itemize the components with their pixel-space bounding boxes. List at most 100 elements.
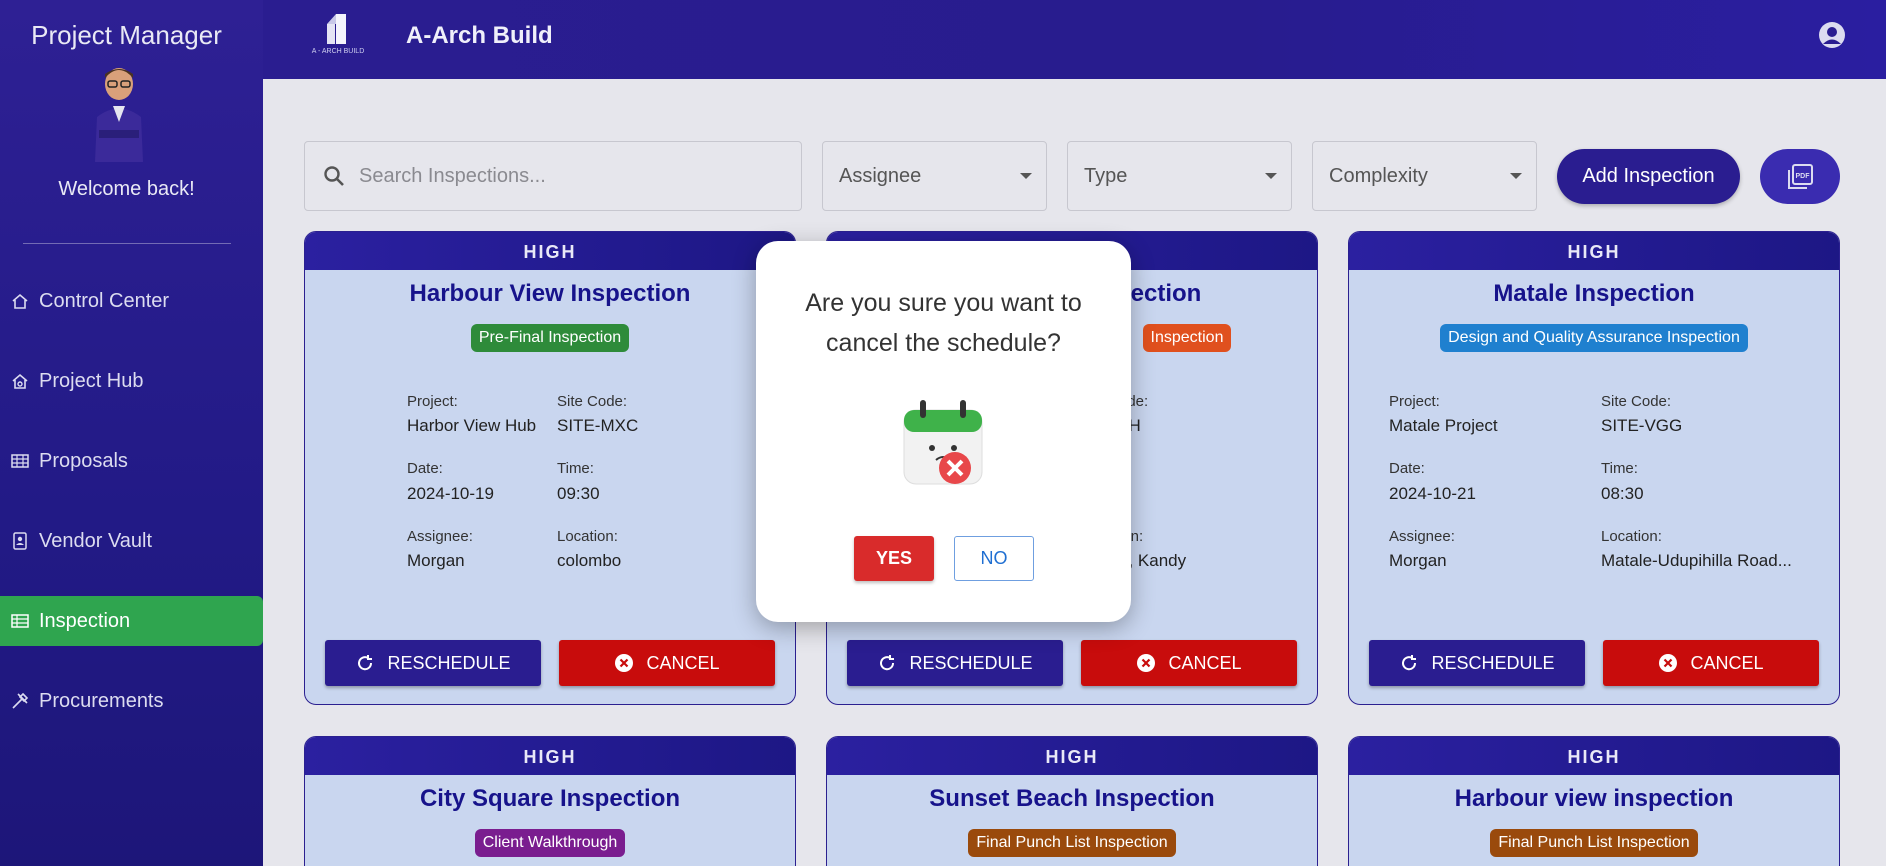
site-code-value: 8H	[1119, 416, 1269, 436]
brand-logo: A - ARCH BUILD	[303, 10, 373, 58]
no-button[interactable]: NO	[954, 536, 1034, 581]
inspection-card: HIGH Harbour View Inspection Pre-Final I…	[304, 231, 796, 705]
cancel-label: CANCEL	[646, 652, 720, 673]
add-inspection-button[interactable]: Add Inspection	[1557, 149, 1740, 204]
site-code-label: Site Code:	[557, 393, 628, 410]
refresh-icon	[358, 655, 373, 671]
calendar-cancel-icon	[903, 400, 983, 485]
sidebar-item-vendor-vault[interactable]: Vendor Vault	[0, 516, 263, 566]
reschedule-button[interactable]: RESCHEDULE	[325, 640, 541, 686]
site-code-value: SITE-VGG	[1601, 416, 1683, 435]
date-label: Date:	[407, 460, 443, 477]
logo-text: A - ARCH BUILD	[311, 48, 365, 55]
location-value: colombo	[557, 551, 622, 570]
building-logo-icon	[327, 14, 346, 44]
export-pdf-button[interactable]: PDF	[1760, 149, 1840, 204]
complexity-select[interactable]: Complexity	[1312, 141, 1537, 211]
reschedule-label: RESCHEDULE	[1431, 652, 1555, 673]
sidebar-item-project-hub[interactable]: Project Hub	[0, 356, 263, 406]
inspection-type-tag: Pre-Final Inspection	[470, 324, 630, 352]
tools-icon	[10, 691, 30, 711]
cancel-button[interactable]: CANCEL	[1603, 640, 1819, 686]
inspection-card: HIGH Matale Inspection Design and Qualit…	[1348, 231, 1840, 705]
cancel-circle-icon	[615, 654, 634, 672]
inspection-type-tag: Final Punch List Inspection	[968, 829, 1176, 857]
sidebar-divider	[23, 243, 231, 244]
reschedule-button[interactable]: RESCHEDULE	[1369, 640, 1585, 686]
caret-down-icon	[1020, 173, 1032, 179]
location-value: a, Kandy	[1119, 551, 1187, 570]
badge-icon	[10, 531, 30, 551]
sidebar-item-label: Procurements	[39, 689, 164, 712]
priority-header: HIGH	[827, 737, 1317, 775]
table-icon	[10, 611, 30, 631]
location-label: Location:	[557, 528, 618, 545]
assignee-value: Morgan	[1389, 551, 1447, 570]
avatar	[95, 68, 143, 162]
cancel-label: CANCEL	[1168, 652, 1242, 673]
cancel-circle-icon	[1137, 654, 1156, 672]
assignee-label: Assignee:	[407, 528, 473, 545]
sidebar: Project Manager Welcome back! Control Ce…	[0, 0, 263, 866]
refresh-icon	[880, 655, 895, 671]
site-code-value: SITE-MXC	[557, 416, 639, 435]
cancel-circle-icon	[1659, 654, 1678, 672]
sidebar-item-label: Project Hub	[39, 369, 144, 392]
app-title: A-Arch Build	[406, 22, 553, 49]
sidebar-item-label: Proposals	[39, 449, 128, 472]
inspection-card: HIGH Harbour view inspection Final Punch…	[1348, 736, 1840, 866]
sidebar-item-proposals[interactable]: Proposals	[0, 436, 263, 486]
card-title: City Square Inspection	[419, 785, 681, 812]
type-select[interactable]: Type	[1067, 141, 1292, 211]
account-icon[interactable]	[1818, 21, 1846, 49]
project-value: Harbor View Hub	[407, 416, 537, 435]
confirm-cancel-dialog: Are you sure you want to cancel the sche…	[756, 241, 1131, 622]
grid-icon	[10, 451, 30, 471]
assignee-value: Morgan	[407, 551, 465, 570]
dialog-message: Are you sure you want to cancel the sche…	[805, 289, 1082, 357]
time-value: 09:30	[557, 484, 600, 503]
site-code-label: Site Code:	[1601, 393, 1672, 410]
time-label: Time:	[1601, 460, 1638, 477]
time-value: 08:30	[1601, 484, 1644, 503]
top-bar: A - ARCH BUILD A-Arch Build	[263, 0, 1886, 79]
home-gear-icon	[10, 371, 30, 391]
assignee-select-label: Assignee	[839, 164, 922, 187]
date-value: 2024-10-19	[407, 484, 494, 503]
cancel-label: CANCEL	[1690, 652, 1764, 673]
cancel-button[interactable]: CANCEL	[559, 640, 775, 686]
location-value: Matale-Udupihilla Road...	[1601, 551, 1792, 570]
project-label: Project:	[407, 393, 458, 410]
reschedule-button[interactable]: RESCHEDULE	[847, 640, 1063, 686]
card-title: Matale Inspection	[1493, 280, 1695, 307]
inspection-type-tag: Inspection	[1142, 324, 1232, 352]
card-title: Sunset Beach Inspection	[929, 785, 1215, 812]
assignee-select[interactable]: Assignee	[822, 141, 1047, 211]
search-icon	[324, 166, 344, 186]
date-label: Date:	[1389, 460, 1425, 477]
inspection-card: HIGH Sunset Beach Inspection Final Punch…	[826, 736, 1318, 866]
welcome-text: Welcome back!	[58, 178, 195, 200]
cancel-button[interactable]: CANCEL	[1081, 640, 1297, 686]
sidebar-item-control-center[interactable]: Control Center	[0, 276, 263, 326]
priority-header: HIGH	[1349, 737, 1839, 775]
complexity-select-label: Complexity	[1329, 164, 1428, 187]
priority-header: HIGH	[305, 232, 795, 270]
sidebar-title: Project Manager	[31, 20, 222, 50]
search-box[interactable]	[304, 141, 802, 211]
card-title: Harbour View Inspection	[409, 280, 691, 307]
time-label: Time:	[557, 460, 594, 477]
sidebar-item-procurements[interactable]: Procurements	[0, 676, 263, 726]
search-input[interactable]	[359, 164, 779, 188]
inspection-type-tag: Final Punch List Inspection	[1490, 829, 1698, 857]
sidebar-item-inspection[interactable]: Inspection	[0, 596, 263, 646]
sidebar-item-label: Control Center	[39, 289, 170, 312]
type-select-label: Type	[1084, 164, 1128, 187]
yes-button[interactable]: YES	[854, 536, 934, 581]
assignee-label: Assignee:	[1389, 528, 1455, 545]
caret-down-icon	[1265, 173, 1277, 179]
inspection-card: HIGH City Square Inspection Client Walkt…	[304, 736, 796, 866]
date-value: 2024-10-21	[1389, 484, 1476, 503]
reschedule-label: RESCHEDULE	[387, 652, 511, 673]
pdf-icon: PDF	[1788, 163, 1813, 189]
